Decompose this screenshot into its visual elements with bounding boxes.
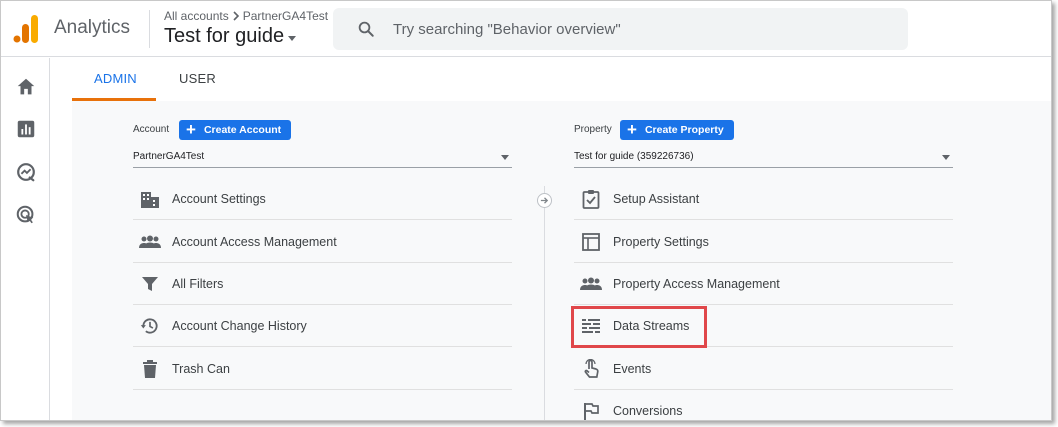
advertising-icon[interactable] xyxy=(15,204,37,226)
reports-icon[interactable] xyxy=(15,118,37,140)
app-name: Analytics xyxy=(54,17,131,38)
create-property-label: Create Property xyxy=(644,124,724,136)
arrow-right-icon[interactable] xyxy=(537,193,552,208)
home-icon[interactable] xyxy=(15,76,37,98)
chevron-right-icon xyxy=(233,11,239,21)
breadcrumb-all-accounts[interactable]: All accounts xyxy=(164,9,229,23)
touch-icon xyxy=(580,358,602,380)
property-settings-label: Property Settings xyxy=(613,234,709,249)
column-divider xyxy=(544,186,545,420)
history-icon xyxy=(139,315,161,337)
breadcrumb[interactable]: All accounts PartnerGA4Test xyxy=(164,9,328,23)
setup-assistant-item[interactable]: Setup Assistant xyxy=(574,178,953,220)
top-bar: Analytics All accounts PartnerGA4Test Te… xyxy=(1,1,1051,57)
data-streams-label: Data Streams xyxy=(613,318,690,333)
create-property-button[interactable]: + Create Property xyxy=(620,120,734,140)
setup-assistant-label: Setup Assistant xyxy=(613,191,700,206)
admin-main: Account + Create Account PartnerGA4Test … xyxy=(72,101,1051,420)
data-streams-item[interactable]: Data Streams xyxy=(574,305,953,347)
people-icon xyxy=(580,273,602,295)
checklist-icon xyxy=(580,188,602,210)
flag-icon xyxy=(580,400,602,420)
breadcrumb-account[interactable]: PartnerGA4Test xyxy=(243,9,328,23)
conversions-item[interactable]: Conversions xyxy=(574,390,953,420)
caret-down-icon xyxy=(501,155,509,160)
property-selector-value: Test for guide (359226736) xyxy=(574,151,694,162)
tab-admin[interactable]: ADMIN xyxy=(94,71,137,86)
property-picker[interactable]: Test for guide xyxy=(164,25,297,48)
analytics-window: Analytics All accounts PartnerGA4Test Te… xyxy=(0,0,1052,421)
account-access-management-item[interactable]: Account Access Management xyxy=(133,221,512,263)
create-account-button[interactable]: + Create Account xyxy=(179,119,292,140)
trash-can-item[interactable]: Trash Can xyxy=(133,348,512,390)
events-item[interactable]: Events xyxy=(574,348,953,390)
admin-tabs: ADMIN USER xyxy=(51,58,1051,101)
left-nav xyxy=(1,58,50,420)
trash-can-label: Trash Can xyxy=(172,361,230,376)
all-filters-item[interactable]: All Filters xyxy=(133,263,512,305)
tab-user[interactable]: USER xyxy=(179,71,216,86)
account-change-history-label: Account Change History xyxy=(172,318,307,333)
plus-icon: + xyxy=(627,119,637,139)
account-settings-label: Account Settings xyxy=(172,191,266,206)
caret-down-icon xyxy=(942,155,950,160)
account-access-management-label: Account Access Management xyxy=(172,234,337,249)
building-icon xyxy=(139,188,161,210)
search-bar[interactable]: Try searching "Behavior overview" xyxy=(333,8,908,50)
property-settings-item[interactable]: Property Settings xyxy=(574,221,953,263)
filter-icon xyxy=(139,273,161,295)
explore-icon[interactable] xyxy=(15,161,37,183)
data-streams-icon xyxy=(580,315,602,337)
header-divider xyxy=(149,10,150,48)
caret-down-icon xyxy=(288,35,297,41)
property-title: Test for guide xyxy=(164,25,285,47)
search-placeholder: Try searching "Behavior overview" xyxy=(393,20,621,38)
property-access-management-label: Property Access Management xyxy=(613,276,780,291)
account-selector[interactable]: PartnerGA4Test xyxy=(133,146,512,168)
people-icon xyxy=(139,231,161,253)
property-selector[interactable]: Test for guide (359226736) xyxy=(574,146,953,168)
layout-icon xyxy=(580,231,602,253)
account-selector-value: PartnerGA4Test xyxy=(133,151,205,162)
conversions-label: Conversions xyxy=(613,404,683,418)
create-account-label: Create Account xyxy=(203,124,282,136)
property-column-label: Property xyxy=(574,124,612,135)
account-settings-item[interactable]: Account Settings xyxy=(133,178,512,220)
events-label: Events xyxy=(613,361,652,376)
analytics-logo-icon[interactable] xyxy=(13,15,39,43)
plus-icon: + xyxy=(186,119,196,139)
all-filters-label: All Filters xyxy=(172,276,224,291)
trash-icon xyxy=(139,358,161,380)
account-column-label: Account xyxy=(133,124,170,135)
search-icon xyxy=(358,21,374,37)
property-access-management-item[interactable]: Property Access Management xyxy=(574,263,953,305)
account-change-history-item[interactable]: Account Change History xyxy=(133,305,512,347)
